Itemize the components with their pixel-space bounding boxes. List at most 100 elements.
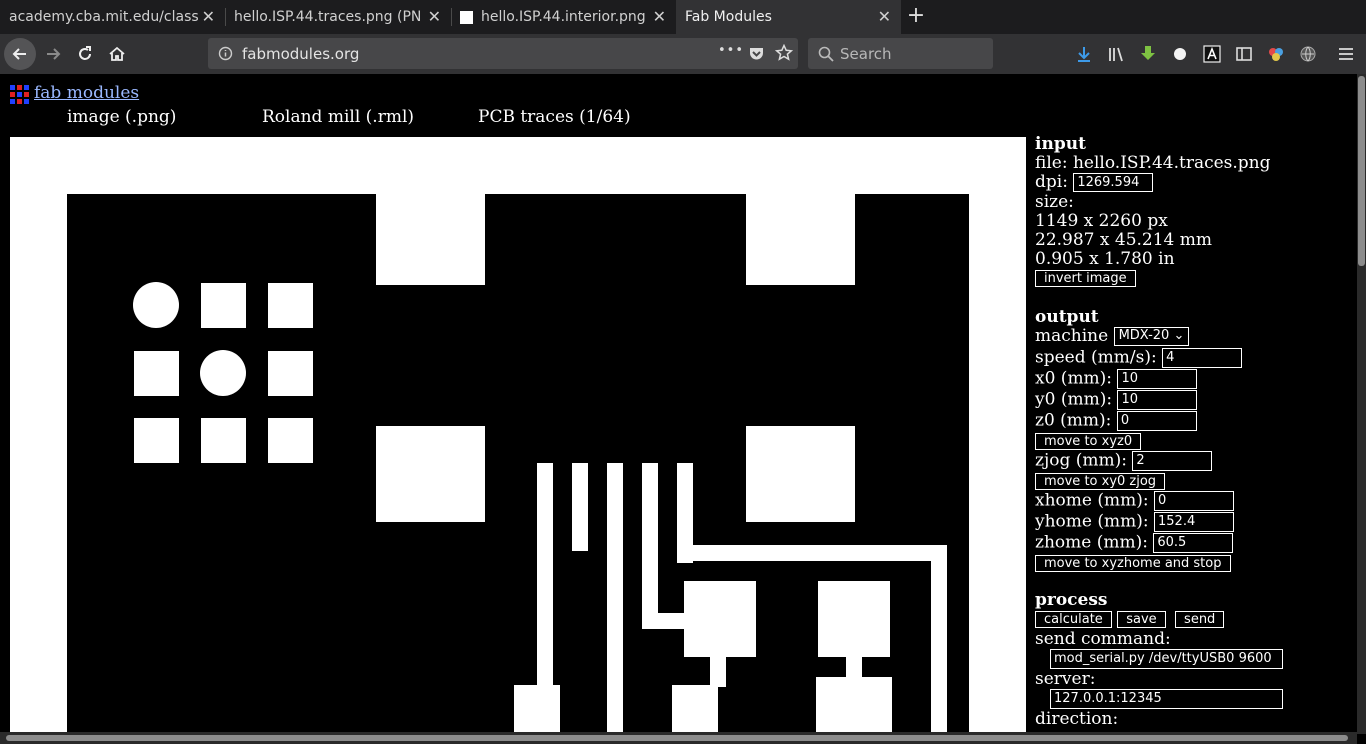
extension-downloader-button[interactable]: [1138, 44, 1158, 64]
xhome-label: xhome (mm):: [1035, 490, 1149, 511]
menu-process[interactable]: PCB traces (1/64): [478, 107, 631, 127]
output-section-title: output: [1035, 307, 1099, 327]
y0-label: y0 (mm):: [1035, 389, 1113, 410]
x0-row: x0 (mm): 10: [1035, 369, 1355, 390]
navigation-toolbar: fabmodules.org ••• Search: [0, 34, 1366, 74]
library-button[interactable]: [1106, 44, 1126, 64]
vertical-scroll-thumb[interactable]: [1358, 76, 1365, 266]
horizontal-scrollbar[interactable]: [0, 732, 1357, 744]
send-button[interactable]: send: [1175, 611, 1225, 628]
x0-input[interactable]: 10: [1117, 369, 1198, 389]
yhome-row: yhome (mm): 152.4: [1035, 512, 1355, 533]
z0-input[interactable]: 0: [1116, 411, 1197, 431]
menu-image-format[interactable]: image (.png): [67, 107, 176, 127]
horizontal-scroll-thumb[interactable]: [6, 735, 1348, 741]
back-button[interactable]: [4, 38, 36, 70]
size-px: 1149 x 2260 px: [1035, 211, 1168, 231]
close-icon[interactable]: ✕: [428, 9, 441, 25]
hamburger-menu-icon: [1339, 48, 1353, 60]
reload-button[interactable]: [69, 38, 101, 70]
move-to-xy0-zjog-button[interactable]: move to xy0 zjog: [1035, 473, 1166, 490]
y0-row: y0 (mm): 10: [1035, 390, 1355, 411]
forward-button[interactable]: [37, 38, 69, 70]
dpi-input[interactable]: 1269.594: [1073, 173, 1154, 192]
save-button[interactable]: save: [1117, 611, 1166, 628]
sidebar-button[interactable]: [1234, 44, 1254, 64]
extension-globe-button[interactable]: [1298, 44, 1318, 64]
direction-label: direction:: [1035, 709, 1119, 729]
page-content: fab modules image (.png) Roland mill (.r…: [0, 74, 1357, 732]
close-icon[interactable]: ✕: [653, 9, 666, 25]
fab-modules-link[interactable]: fab modules: [34, 83, 139, 103]
speed-row: speed (mm/s): 4: [1035, 348, 1355, 369]
reload-icon: [79, 46, 91, 60]
download-arrow-icon: [1078, 47, 1090, 62]
extension-color-button[interactable]: [1266, 44, 1286, 64]
control-panel: input file: hello.ISP.44.traces.png dpi:…: [1035, 135, 1355, 729]
close-icon[interactable]: ✕: [878, 9, 891, 25]
zjog-label: zjog (mm):: [1035, 450, 1127, 471]
info-icon[interactable]: [218, 46, 233, 61]
zjog-row: zjog (mm): 2: [1035, 451, 1355, 472]
fab-logo-icon: [10, 85, 29, 104]
dpi-label: dpi:: [1035, 172, 1068, 192]
arrow-right-icon: [47, 48, 61, 60]
size-label: size:: [1035, 192, 1074, 212]
calculate-button[interactable]: calculate: [1035, 611, 1112, 628]
zhome-label: zhome (mm):: [1035, 532, 1148, 553]
machine-select[interactable]: MDX-20 ⌄: [1113, 327, 1190, 346]
xhome-input[interactable]: 0: [1154, 491, 1234, 511]
zjog-input[interactable]: 2: [1132, 451, 1213, 471]
tab-bar: academy.cba.mit.edu/class ✕ hello.ISP.44…: [0, 0, 1366, 34]
tab-fab-modules[interactable]: Fab Modules ✕: [676, 0, 901, 34]
page-actions-icon[interactable]: •••: [718, 43, 744, 58]
xhome-row: xhome (mm): 0: [1035, 491, 1355, 512]
downloads-button[interactable]: [1074, 44, 1094, 64]
color-wheel-icon: [1269, 48, 1283, 61]
tab-interior-png[interactable]: hello.ISP.44.interior.png ✕: [451, 0, 676, 34]
z0-label: z0 (mm):: [1035, 410, 1112, 431]
arrow-left-icon: [12, 48, 26, 60]
menu-button[interactable]: [1336, 44, 1356, 64]
search-bar[interactable]: Search: [808, 38, 993, 69]
home-icon: [109, 46, 125, 61]
vertical-scrollbar[interactable]: [1357, 74, 1366, 734]
close-icon[interactable]: ✕: [202, 9, 215, 25]
tab-academy[interactable]: academy.cba.mit.edu/class ✕: [0, 0, 225, 34]
size-in: 0.905 x 1.780 in: [1035, 249, 1175, 269]
x0-label: x0 (mm):: [1035, 368, 1113, 389]
new-tab-button[interactable]: +: [905, 5, 927, 27]
home-button[interactable]: [101, 38, 133, 70]
traces-image: [10, 137, 1026, 732]
dpi-row: dpi: 1269.594: [1035, 173, 1355, 193]
server-input[interactable]: 127.0.0.1:12345: [1050, 689, 1283, 709]
z0-row: z0 (mm): 0: [1035, 411, 1355, 432]
send-command-label: send command:: [1035, 629, 1171, 649]
chevron-down-icon: ⌄: [1173, 328, 1185, 343]
menu-machine[interactable]: Roland mill (.rml): [262, 107, 414, 127]
y0-input[interactable]: 10: [1117, 390, 1198, 410]
machine-row: machine MDX-20 ⌄: [1035, 327, 1355, 348]
extension-font-button[interactable]: [1202, 44, 1222, 64]
url-text[interactable]: fabmodules.org: [242, 45, 359, 63]
input-section-title: input: [1035, 134, 1086, 154]
search-icon: [818, 46, 834, 62]
file-row: file: hello.ISP.44.traces.png: [1035, 154, 1355, 173]
tab-traces-png[interactable]: hello.ISP.44.traces.png (PN ✕: [225, 0, 451, 34]
search-placeholder: Search: [840, 45, 892, 63]
invert-image-button[interactable]: invert image: [1035, 270, 1136, 287]
speed-label: speed (mm/s):: [1035, 347, 1157, 368]
move-to-xyzhome-button[interactable]: move to xyzhome and stop: [1035, 555, 1231, 572]
address-bar[interactable]: fabmodules.org •••: [208, 38, 798, 69]
pocket-icon[interactable]: [748, 45, 765, 62]
speed-input[interactable]: 4: [1162, 348, 1243, 368]
zhome-input[interactable]: 60.5: [1153, 533, 1234, 553]
send-command-input[interactable]: mod_serial.py /dev/ttyUSB0 9600: [1050, 649, 1283, 669]
file-label: file:: [1035, 153, 1068, 173]
move-to-xyz0-button[interactable]: move to xyz0: [1035, 433, 1142, 450]
white-circle-icon: [1174, 48, 1186, 60]
yhome-input[interactable]: 152.4: [1154, 512, 1235, 532]
bookmark-star-icon[interactable]: [775, 44, 793, 62]
extension-circle-button[interactable]: [1170, 44, 1190, 64]
library-icon: [1109, 47, 1123, 62]
